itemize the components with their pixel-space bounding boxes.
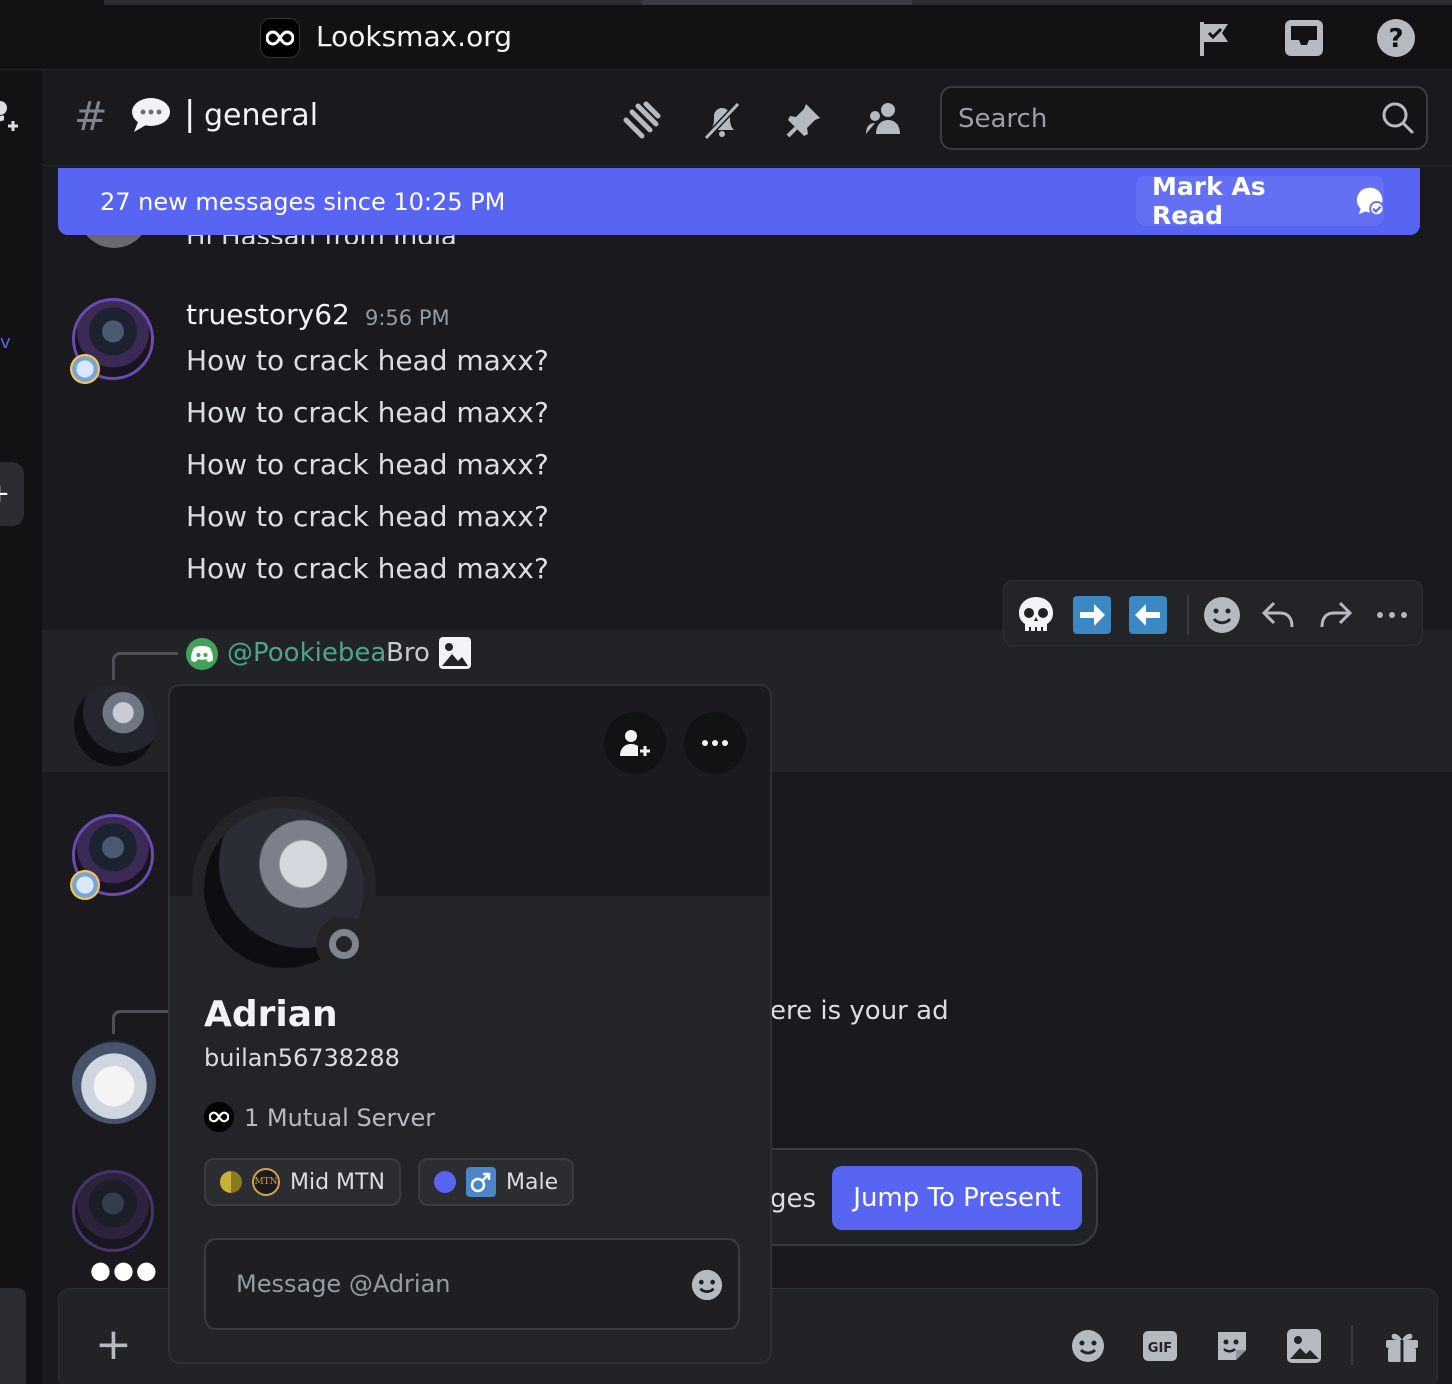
jump-bar: ges Jump To Present [740,1148,1098,1246]
avatar[interactable] [74,684,156,766]
message-actions-toolbar [1003,580,1423,646]
add-server-button[interactable]: + [0,462,24,526]
direct-message-placeholder: Message @Adrian [236,1270,451,1298]
message-text: How to crack head maxx? [186,396,549,429]
server-logo-icon [204,1102,234,1132]
status-offline-icon [316,916,372,972]
reply-text[interactable]: Bro [386,638,430,668]
title-bar: Looksmax.org ? [0,0,1452,70]
message-text: How to crack head maxx? [186,344,549,377]
arrow-left-reaction-icon[interactable] [1126,593,1170,637]
profile-more-button[interactable] [684,712,746,774]
server-name: Looksmax.org [316,20,512,53]
pin-icon[interactable] [782,98,826,142]
role-label: Mid MTN [290,1169,385,1195]
tab-divider [104,0,644,5]
tab-divider [912,0,1452,5]
composer-divider [1351,1325,1353,1365]
inbox-icon[interactable] [1280,14,1328,62]
avatar-decoration-icon [70,354,100,384]
role-pill[interactable]: Male [418,1158,575,1206]
gift-icon[interactable] [1383,1327,1421,1365]
svg-text:GIF: GIF [1148,1341,1172,1356]
image-upload-icon[interactable] [1285,1327,1323,1365]
reply-icon[interactable] [1256,593,1300,637]
new-messages-text: 27 new messages since 10:25 PM [100,188,506,216]
avatar[interactable] [72,1170,154,1252]
search-input[interactable]: Search [940,86,1428,150]
more-options-icon[interactable] [1370,593,1414,637]
role-label: Male [506,1169,559,1195]
mutual-servers-link[interactable]: 1 Mutual Server [244,1104,435,1132]
add-friend-button[interactable] [604,712,666,774]
emoji-icon[interactable] [690,1268,724,1306]
flag-icon[interactable] [1190,14,1238,62]
gif-icon[interactable]: GIF [1141,1327,1179,1365]
more-options-icon [702,740,728,746]
member-list-icon[interactable] [862,98,906,142]
new-messages-bar[interactable]: 27 new messages since 10:25 PM Mark As R… [58,168,1420,235]
message-timestamp: 9:56 PM [365,306,450,330]
search-placeholder: Search [958,104,1048,134]
role-color-dot [220,1171,242,1193]
profile-avatar-frame [192,796,376,980]
jump-bar-text: ges [770,1184,817,1214]
mark-read-icon [1356,187,1384,217]
message-text: How to crack head maxx? [186,448,549,481]
channel-hash-icon: # [74,94,108,140]
add-member-icon[interactable] [0,96,18,140]
direct-message-input[interactable]: Message @Adrian [204,1238,740,1330]
avatar-decoration-icon [70,870,100,900]
tab-divider-active [642,0,912,5]
profile-username[interactable]: builan56738288 [204,1044,400,1072]
toolbar-divider [1187,595,1189,635]
server-rail: v + [0,70,42,1384]
help-icon[interactable]: ? [1372,14,1420,62]
threads-icon[interactable] [620,98,664,142]
sticker-icon[interactable] [1213,1327,1251,1365]
server-logo-icon[interactable] [260,18,300,58]
add-friend-icon [620,730,650,756]
forward-icon[interactable] [1314,593,1358,637]
avatar[interactable] [72,1040,156,1124]
arrow-right-reaction-icon[interactable] [1070,593,1114,637]
message-author[interactable]: truestory62 [186,298,350,331]
discord-avatar-icon[interactable] [186,638,218,670]
message-text: How to crack head maxx? [186,500,549,533]
message-text: ere is your ad [770,996,949,1026]
message-text: How to crack head maxx? [186,552,549,585]
rail-user-panel [0,1288,26,1384]
role-pill[interactable]: MTN Mid MTN [204,1158,401,1206]
mtn-badge-icon: MTN [252,1168,280,1196]
speech-bubble-icon [130,96,172,134]
user-profile-popout: Adrian builan56738288 1 Mutual Server MT… [168,684,772,1364]
skull-reaction-icon[interactable] [1014,593,1058,637]
image-icon [438,636,472,670]
channel-separator: | [184,94,196,134]
jump-to-present-button[interactable]: Jump To Present [832,1166,1082,1230]
profile-display-name: Adrian [204,994,338,1035]
upload-plus-button[interactable]: + [95,1323,132,1367]
emoji-icon[interactable] [1069,1327,1107,1365]
male-symbol-icon [466,1167,496,1197]
notification-muted-icon[interactable] [700,98,744,142]
mark-as-read-button[interactable]: Mark As Read [1136,172,1384,230]
reply-mention[interactable]: @Pookiebea [227,638,386,668]
channel-header: # | general Search [42,70,1452,166]
role-color-dot [434,1171,456,1193]
svg-text:?: ? [1388,24,1403,54]
search-icon [1380,100,1416,140]
rail-unread-marker: v [0,332,11,353]
add-reaction-icon[interactable] [1200,593,1244,637]
mark-as-read-label: Mark As Read [1152,172,1266,230]
typing-indicator: ●●● [90,1256,159,1284]
channel-name: general [204,98,319,133]
reply-connector [112,652,178,680]
